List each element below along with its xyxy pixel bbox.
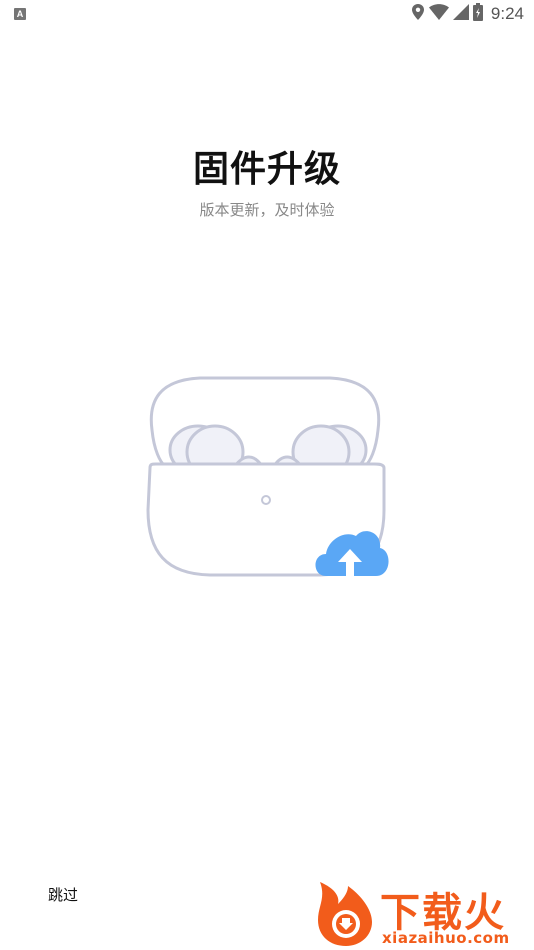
earbuds-case-illustration	[140, 370, 390, 585]
watermark-logo-icon	[318, 882, 372, 946]
status-bar-right: 9:24	[411, 3, 524, 25]
location-icon	[411, 3, 425, 25]
page-title: 固件升级	[192, 149, 341, 190]
page-subtitle: 版本更新，及时体验	[199, 201, 335, 219]
signal-icon	[452, 4, 469, 24]
status-bar: A 9:24	[0, 0, 534, 28]
battery-icon	[472, 3, 483, 25]
wifi-icon	[428, 4, 449, 24]
skip-button[interactable]: 跳过	[48, 884, 78, 905]
watermark-url: xiazaihuo.com	[382, 929, 510, 947]
status-time: 9:24	[490, 4, 524, 23]
notification-app-icon: A	[14, 8, 26, 20]
watermark: 下载火 xiazaihuo.com	[314, 878, 530, 948]
